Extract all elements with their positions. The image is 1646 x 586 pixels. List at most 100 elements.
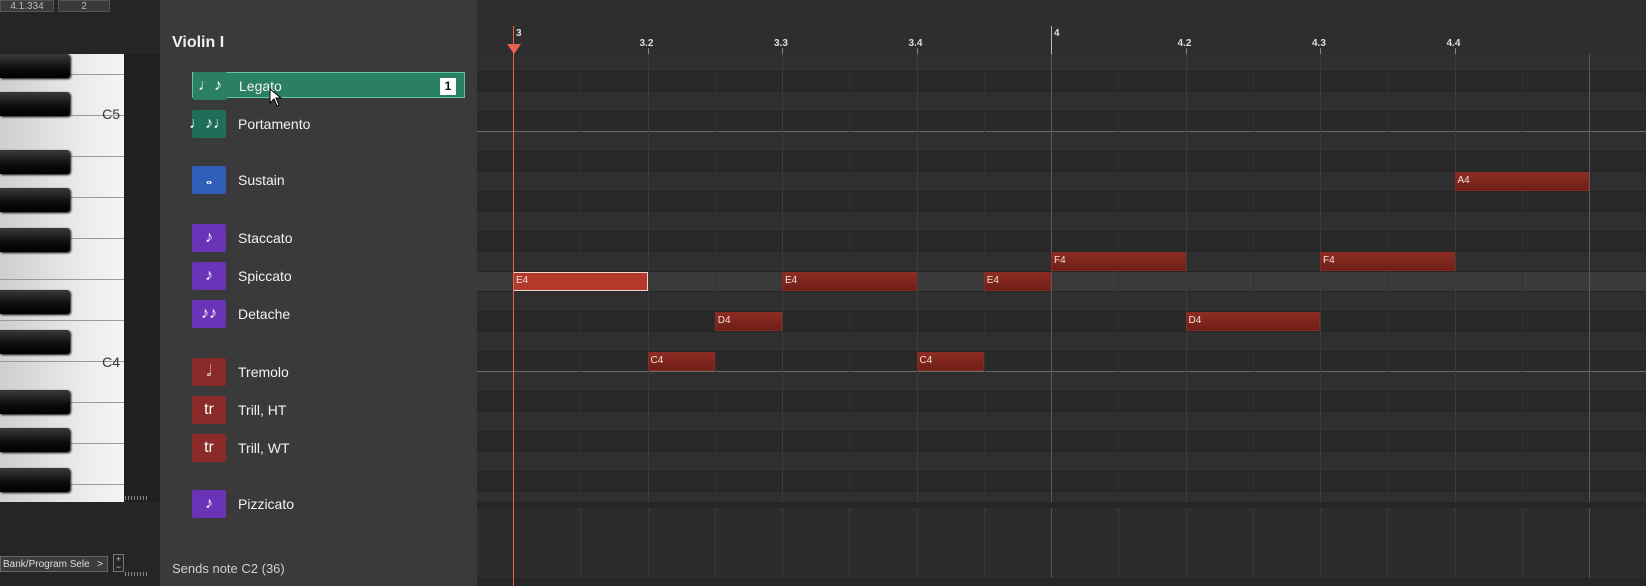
- articulation-item-legato[interactable]: ♩♪ Legato 1: [192, 72, 465, 100]
- controller-lane[interactable]: [477, 508, 1646, 578]
- note-grid[interactable]: E4 C4 D4 E4 C4 E4 F4 D4 F4 A4: [477, 54, 1646, 502]
- chevron-right-icon: >: [97, 559, 103, 570]
- grid-row: [477, 72, 1646, 92]
- keyboard-resize-grip[interactable]: [125, 496, 149, 500]
- articulation-item-portamento[interactable]: ♩♪♩ Portamento: [160, 110, 477, 138]
- grid-row: [477, 452, 1646, 472]
- grid-line: [1051, 54, 1052, 502]
- controller-grid-line: [1387, 508, 1389, 578]
- grid-row: [477, 432, 1646, 452]
- articulation-item-staccato[interactable]: ♪ Staccato: [160, 224, 477, 252]
- grid-row: [477, 272, 1646, 292]
- piano-roll-grid[interactable]: 3 3.2 3.3 3.4 4 4.2 4.3 4.4 E4 C4 D4 E4 C4 E4 F4 D4 F4 A…: [477, 0, 1646, 586]
- articulation-label: Trill, HT: [238, 402, 287, 418]
- legato-icon: ♩♪: [193, 72, 227, 100]
- ruler-label: 3.4: [908, 38, 923, 49]
- black-key[interactable]: [0, 188, 70, 212]
- black-key[interactable]: [0, 228, 70, 252]
- position-readout[interactable]: 4.1.334: [0, 0, 54, 12]
- grid-row: [477, 412, 1646, 432]
- black-key[interactable]: [0, 428, 70, 452]
- grid-line: [1118, 54, 1120, 502]
- value-readout[interactable]: 2: [58, 0, 110, 12]
- controller-grid-line: [580, 508, 582, 578]
- grid-row: [477, 372, 1646, 392]
- midi-note[interactable]: F4: [1051, 252, 1186, 271]
- add-controller-button[interactable]: + −: [113, 554, 124, 572]
- trill-wt-icon: tr: [192, 434, 226, 462]
- trill-ht-icon: tr: [192, 396, 226, 424]
- midi-note[interactable]: A4: [1454, 172, 1589, 191]
- mouse-cursor-icon: [269, 88, 283, 107]
- ruler-label: 3: [516, 28, 522, 39]
- midi-note[interactable]: C4: [916, 352, 984, 371]
- portamento-icon: ♩♪♩: [189, 110, 229, 138]
- black-key[interactable]: [0, 330, 70, 354]
- detache-icon: ♪♪: [192, 300, 226, 328]
- grid-row: [477, 54, 1646, 72]
- articulation-item-trill-wt[interactable]: tr Trill, WT: [160, 434, 477, 462]
- black-key[interactable]: [0, 290, 70, 314]
- controller-grid-line: [1521, 508, 1523, 578]
- midi-note[interactable]: C4: [647, 352, 715, 371]
- grid-row: [477, 312, 1646, 332]
- black-key[interactable]: [0, 390, 70, 414]
- articulation-label: Pizzicato: [238, 496, 295, 512]
- black-key[interactable]: [0, 54, 70, 78]
- controller-grid-line: [647, 508, 649, 578]
- midi-note[interactable]: E4: [782, 272, 917, 291]
- articulation-item-pizzicato[interactable]: ♪ Pizzicato: [160, 490, 477, 518]
- articulation-count-badge: 1: [440, 78, 456, 95]
- grid-line: [916, 54, 918, 502]
- piano-keyboard[interactable]: C5 C4: [0, 54, 124, 502]
- bank-program-select-button[interactable]: Bank/Program Sele >: [0, 556, 108, 572]
- ruler-label: 4: [1054, 28, 1060, 39]
- midi-note[interactable]: E4: [513, 272, 648, 291]
- ruler-label: 3.3: [774, 38, 788, 49]
- grid-line: [714, 54, 716, 502]
- bar-tick: [1051, 26, 1052, 54]
- black-key[interactable]: [0, 150, 70, 174]
- ruler-label: 4.3: [1312, 38, 1326, 49]
- ruler-label: 4.2: [1177, 38, 1192, 49]
- articulation-item-tremolo[interactable]: 𝅗𝅥 Tremolo: [160, 358, 477, 386]
- midi-note[interactable]: E4: [983, 272, 1051, 291]
- black-key[interactable]: [0, 92, 70, 116]
- controller-grid-line: [916, 508, 918, 578]
- ruler-label: 3.2: [639, 38, 654, 49]
- grid-row: [477, 392, 1646, 412]
- articulation-label: Sustain: [238, 172, 285, 188]
- grid-line: [1252, 54, 1254, 502]
- timeline-ruler[interactable]: 3 3.2 3.3 3.4 4 4.2 4.3 4.4: [477, 0, 1646, 54]
- grid-line: [1521, 54, 1523, 502]
- midi-note[interactable]: D4: [1185, 312, 1320, 331]
- articulation-item-sustain[interactable]: 𝅝 Sustain: [160, 166, 477, 194]
- articulation-item-spiccato[interactable]: ♪ Spiccato: [160, 262, 477, 290]
- playhead[interactable]: [513, 26, 514, 586]
- black-key[interactable]: [0, 468, 70, 492]
- midi-note[interactable]: F4: [1320, 252, 1455, 271]
- grid-line: [1387, 54, 1389, 502]
- controller-grid-line: [983, 508, 985, 578]
- grid-row: [477, 472, 1646, 492]
- bank-program-label: Bank/Program Sele: [3, 559, 90, 570]
- pizzicato-icon: ♪: [192, 490, 226, 518]
- playhead-marker-icon[interactable]: [507, 44, 521, 54]
- grid-row: [477, 232, 1646, 252]
- midi-note[interactable]: D4: [714, 312, 782, 331]
- spiccato-icon: ♪: [192, 262, 226, 290]
- articulation-label: Spiccato: [238, 268, 292, 284]
- articulation-label: Portamento: [238, 116, 311, 132]
- articulation-label: Trill, WT: [238, 440, 290, 456]
- controller-grid-line: [1454, 508, 1456, 578]
- articulation-item-trill-ht[interactable]: tr Trill, HT: [160, 396, 477, 424]
- grid-line: [1589, 54, 1590, 502]
- controller-grid-line: [1051, 508, 1052, 578]
- grid-row: [477, 192, 1646, 212]
- articulation-label: Tremolo: [238, 364, 289, 380]
- grid-line: [1454, 54, 1456, 502]
- controller-grid-line: [1252, 508, 1254, 578]
- articulation-item-detache[interactable]: ♪♪ Detache: [160, 300, 477, 328]
- controller-resize-grip[interactable]: [125, 572, 149, 576]
- grid-row: [477, 332, 1646, 352]
